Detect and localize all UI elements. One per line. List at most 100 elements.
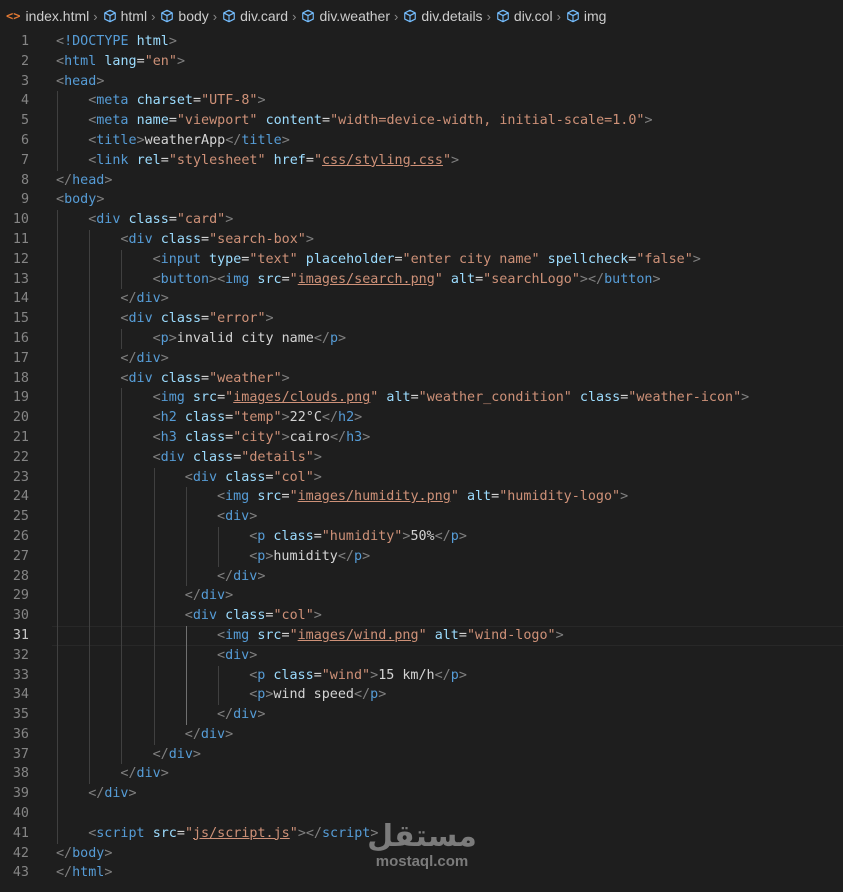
code-line[interactable]: 13 <button><img src="images/search.png" a… bbox=[0, 269, 843, 290]
code-line[interactable]: 30 <div class="col"> bbox=[0, 606, 843, 626]
code-line[interactable]: 15 <div class="error"> bbox=[0, 309, 843, 329]
code-token: > bbox=[168, 330, 177, 346]
code-token: > bbox=[257, 93, 266, 109]
breadcrumb-item[interactable]: <> index.html bbox=[6, 8, 89, 24]
indent-guide bbox=[57, 665, 58, 686]
code-token[interactable]: images/clouds.png bbox=[233, 390, 370, 405]
code-line[interactable]: 39 </div> bbox=[0, 784, 843, 805]
code-token[interactable]: images/humidity.png bbox=[298, 489, 451, 504]
indent-guide bbox=[89, 764, 91, 785]
breadcrumb-item[interactable]: div.details bbox=[403, 8, 483, 24]
code-line[interactable]: 35 </div> bbox=[0, 705, 843, 725]
code-line[interactable]: 36 </div> bbox=[0, 724, 843, 745]
code-token: link bbox=[96, 152, 129, 168]
breadcrumb-item[interactable]: div.card bbox=[222, 8, 288, 24]
code-line[interactable]: 5 <meta name="viewport" content="width=de… bbox=[0, 111, 843, 131]
indent-guide bbox=[121, 586, 123, 607]
code-token: "searchLogo" bbox=[483, 271, 580, 287]
indent-guide bbox=[89, 526, 91, 547]
code-token: = bbox=[491, 489, 500, 505]
breadcrumb-item[interactable]: div.col bbox=[496, 8, 553, 24]
breadcrumb-item[interactable]: img bbox=[566, 8, 606, 24]
code-token: div bbox=[136, 350, 161, 366]
code-line[interactable]: 28 </div> bbox=[0, 566, 843, 587]
line-number: 16 bbox=[12, 330, 29, 346]
indent-guide bbox=[153, 645, 155, 666]
code-line[interactable]: 18 <div class="weather"> bbox=[0, 368, 843, 389]
code-token: = bbox=[201, 311, 210, 327]
code-line[interactable]: 3 <head> bbox=[0, 72, 843, 92]
breadcrumb-item[interactable]: body bbox=[160, 8, 209, 24]
code-line[interactable]: 22 <div class="details"> bbox=[0, 447, 843, 468]
code-line[interactable]: 2 <html lang="en"> bbox=[0, 52, 843, 72]
code-line[interactable]: 23 <div class="col"> bbox=[0, 467, 843, 488]
line-number: 36 bbox=[12, 726, 29, 742]
code-line[interactable]: 26 <p class="humidity">50%</p> bbox=[0, 526, 843, 547]
code-line[interactable]: 16 <p>invalid city name</p> bbox=[0, 328, 843, 349]
code-line[interactable]: 4 <meta charset="UTF-8"> bbox=[0, 91, 843, 112]
code-line[interactable]: 6 <title>weatherApp</title> bbox=[0, 130, 843, 151]
code-token: div bbox=[225, 509, 250, 525]
code-text: <p>invalid city name</p> bbox=[153, 329, 347, 349]
code-token: = bbox=[217, 390, 226, 406]
code-token: < bbox=[152, 330, 161, 346]
code-token: > bbox=[136, 132, 145, 148]
code-token: </ bbox=[120, 291, 137, 307]
code-token: > bbox=[644, 113, 653, 129]
code-line[interactable]: 10 <div class="card"> bbox=[0, 210, 843, 230]
code-token: "width=device-width, initial-scale=1.0" bbox=[330, 113, 645, 129]
code-line[interactable]: 34 <p>wind speed</p> bbox=[0, 685, 843, 706]
code-line[interactable]: 14 </div> bbox=[0, 289, 843, 310]
code-token: weatherApp bbox=[144, 132, 226, 148]
code-line[interactable]: 25 <div> bbox=[0, 507, 843, 527]
code-line[interactable]: 37 </div> bbox=[0, 744, 843, 765]
indent-guide bbox=[121, 645, 123, 666]
breadcrumb-item[interactable]: div.weather bbox=[301, 8, 390, 24]
breadcrumb-item[interactable]: html bbox=[103, 8, 147, 24]
indent-guide bbox=[89, 744, 91, 765]
code-line[interactable]: 29 </div> bbox=[0, 586, 843, 607]
code-line[interactable]: 11 <div class="search-box"> bbox=[0, 229, 843, 250]
code-line[interactable]: 33 <p class="wind">15 km/h</p> bbox=[0, 665, 843, 686]
code-token: = bbox=[201, 370, 210, 386]
indent-guide bbox=[57, 91, 58, 112]
code-line[interactable]: 17 </div> bbox=[0, 348, 843, 369]
code-line[interactable]: 20 <h2 class="temp">22°C</h2> bbox=[0, 408, 843, 428]
code-text: <img src="images/wind.png" alt="wind-log… bbox=[217, 626, 564, 646]
code-line[interactable]: 8 </head> bbox=[0, 171, 843, 191]
code-token: > bbox=[257, 568, 266, 584]
code-token: "humidity" bbox=[321, 528, 403, 544]
code-token: = bbox=[394, 251, 403, 267]
code-token: </ bbox=[120, 766, 137, 782]
code-token: img bbox=[225, 627, 250, 643]
code-token: div bbox=[168, 746, 193, 762]
code-line[interactable]: 12 <input type="text" placeholder="enter … bbox=[0, 249, 843, 270]
code-line[interactable]: 38 </div> bbox=[0, 764, 843, 785]
code-line[interactable]: 24 <img src="images/humidity.png" alt="hu… bbox=[0, 487, 843, 508]
indent-guide bbox=[89, 368, 91, 389]
code-line[interactable]: 1 <!DOCTYPE html> bbox=[0, 32, 843, 52]
code-line[interactable]: 7 <link rel="stylesheet" href="css/stylin… bbox=[0, 150, 843, 171]
code-token[interactable]: css/styling.css bbox=[322, 153, 443, 168]
code-token: 50% bbox=[410, 528, 435, 544]
code-token: div bbox=[192, 469, 218, 485]
code-token: > bbox=[458, 528, 467, 544]
code-text: <button><img src="images/search.png" alt… bbox=[153, 270, 661, 290]
code-editor[interactable]: 1 <!DOCTYPE html> 2 <html lang="en"> 3 <head>… bbox=[0, 32, 843, 883]
code-line[interactable]: 19 <img src="images/clouds.png" alt="weat… bbox=[0, 388, 843, 409]
chevron-right-icon: › bbox=[556, 8, 561, 24]
code-line[interactable]: 27 <p>humidity</p> bbox=[0, 546, 843, 567]
code-token[interactable]: images/wind.png bbox=[298, 628, 419, 643]
code-token: div bbox=[136, 291, 161, 307]
code-line[interactable]: 32 <div> bbox=[0, 645, 843, 666]
code-token[interactable]: js/script.js bbox=[193, 826, 290, 841]
indent-guide bbox=[57, 744, 58, 765]
indent-guide bbox=[89, 408, 91, 428]
code-line[interactable]: 21 <h3 class="city">cairo</h3> bbox=[0, 427, 843, 448]
code-token: class bbox=[579, 390, 621, 406]
code-token[interactable]: images/search.png bbox=[298, 272, 435, 287]
code-line[interactable]: 31 <img src="images/wind.png" alt="wind-l… bbox=[0, 625, 843, 646]
code-line[interactable]: 9 <body> bbox=[0, 190, 843, 210]
code-text: <div class="col"> bbox=[185, 468, 322, 488]
